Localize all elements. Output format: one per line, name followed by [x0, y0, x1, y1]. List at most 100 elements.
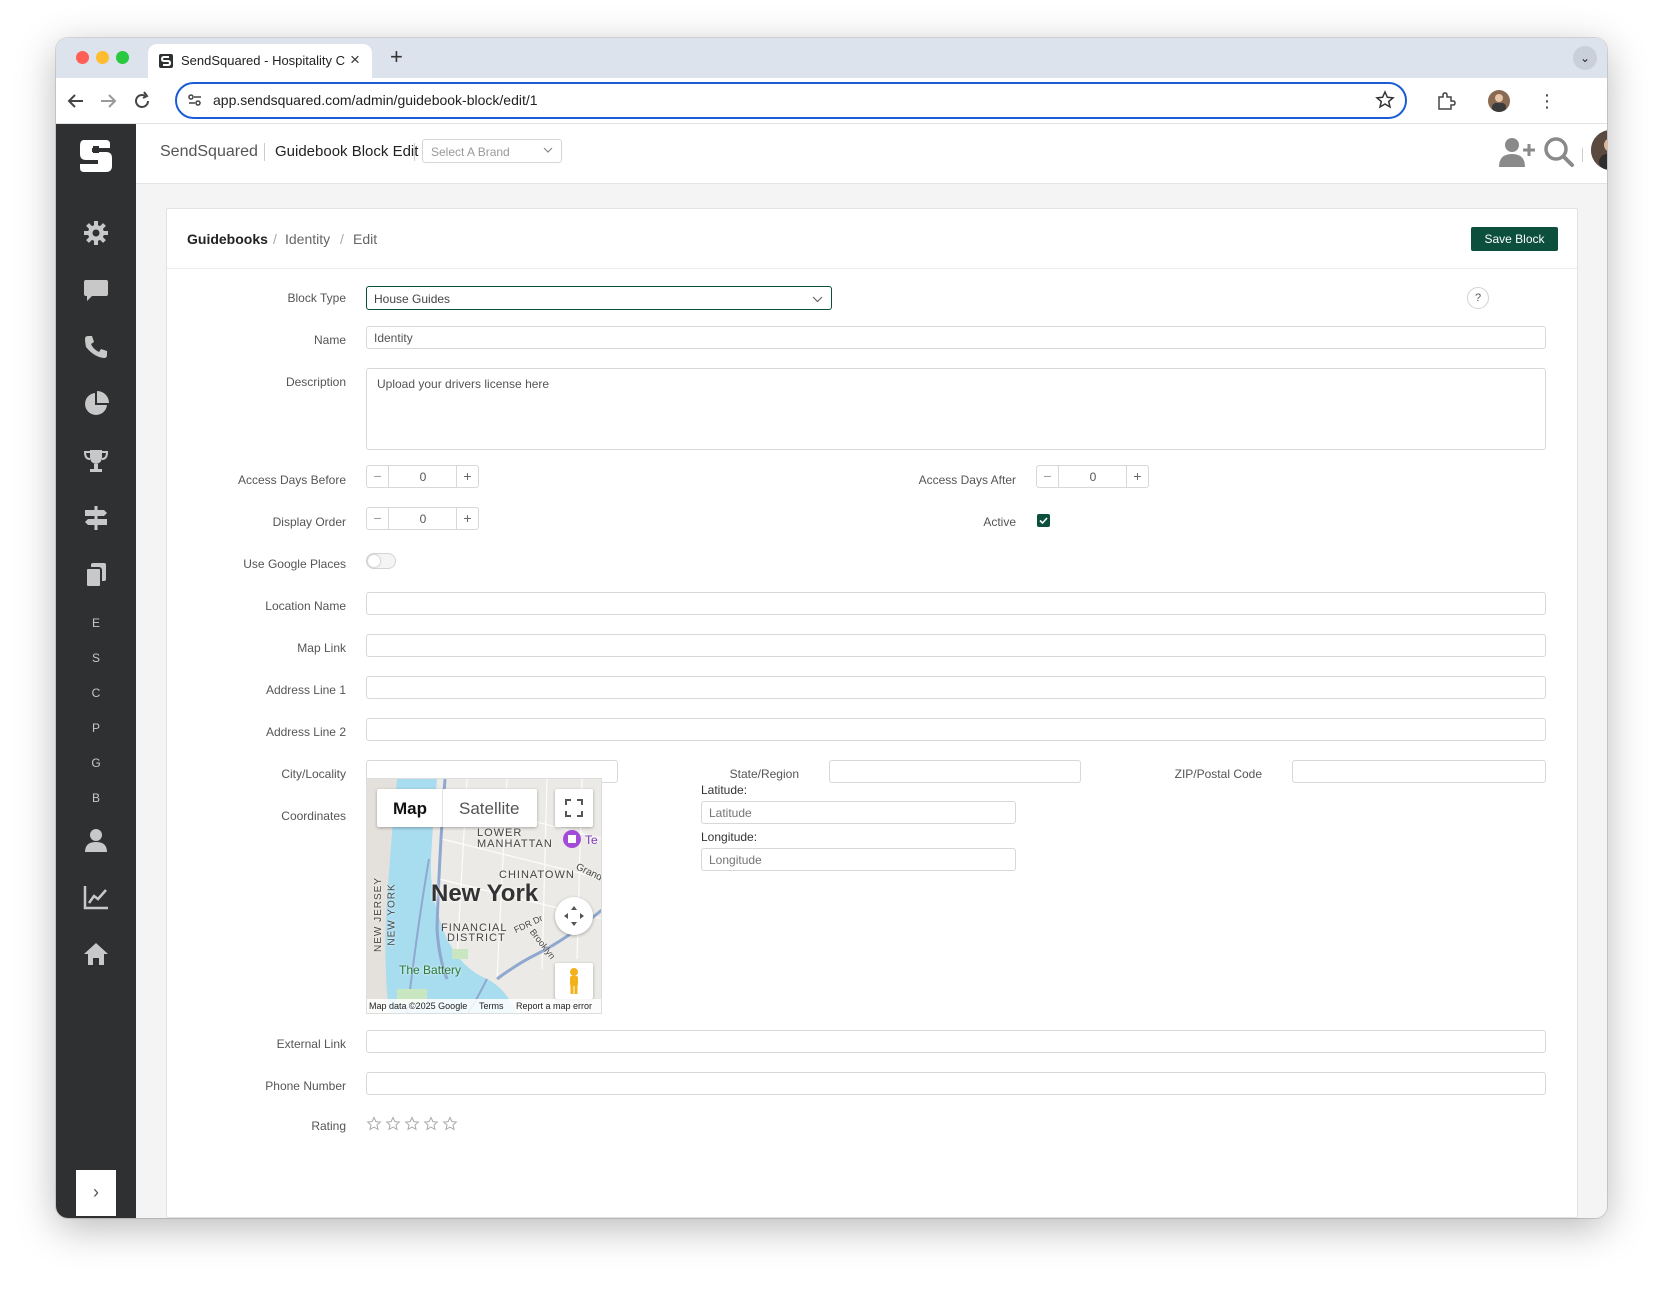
sidebar-letter-s[interactable]: S — [56, 651, 136, 665]
state-input[interactable] — [829, 760, 1081, 783]
phone-icon[interactable] — [82, 333, 110, 361]
name-input[interactable] — [366, 326, 1546, 349]
sidebar: E S C P G B › — [56, 124, 136, 1218]
display-order-value[interactable]: 0 — [390, 512, 456, 526]
sidebar-letter-c[interactable]: C — [56, 686, 136, 700]
map-tab-satellite[interactable]: Satellite — [459, 799, 519, 819]
decrement-button[interactable]: − — [367, 508, 389, 529]
browser-menu-icon[interactable]: ⋮ — [1538, 89, 1556, 113]
home-icon[interactable] — [82, 940, 110, 968]
description-textarea[interactable]: Upload your drivers license here — [366, 368, 1546, 450]
site-settings-icon[interactable] — [187, 92, 203, 108]
external-link-input[interactable] — [366, 1030, 1546, 1053]
tab-title: SendSquared - Hospitality CRM — [181, 53, 345, 68]
checkmark-icon — [1039, 517, 1048, 525]
trophy-icon[interactable] — [82, 447, 110, 475]
browser-profile-avatar[interactable] — [1488, 90, 1510, 112]
breadcrumb-guidebooks[interactable]: Guidebooks — [187, 231, 268, 247]
url-omnibox[interactable]: app.sendsquared.com/admin/guidebook-bloc… — [175, 82, 1407, 119]
help-question-icon[interactable]: ? — [1467, 287, 1489, 309]
decrement-button[interactable]: − — [1037, 466, 1059, 487]
maximize-window-button[interactable] — [116, 51, 129, 64]
use-google-places-toggle[interactable] — [366, 553, 396, 569]
rating-star-3-icon[interactable] — [404, 1116, 420, 1132]
reload-icon[interactable] — [130, 89, 154, 113]
sendsquared-logo-icon[interactable] — [76, 136, 116, 176]
tab-menu-button[interactable]: ⌄ — [1573, 46, 1597, 70]
url-text: app.sendsquared.com/admin/guidebook-bloc… — [213, 92, 538, 108]
brand-select[interactable]: Select A Brand — [422, 139, 562, 163]
increment-button[interactable]: + — [1126, 466, 1148, 487]
browser-tab[interactable]: SendSquared - Hospitality CRM × — [148, 44, 372, 78]
map-link-label: Map Link — [297, 641, 346, 655]
access-days-before-stepper: − 0 + — [366, 465, 479, 488]
increment-button[interactable]: + — [456, 508, 478, 529]
chat-bubble-icon[interactable] — [82, 276, 110, 304]
sidebar-letter-p[interactable]: P — [56, 721, 136, 735]
phone-number-label: Phone Number — [265, 1079, 346, 1093]
back-arrow-icon[interactable] — [64, 89, 88, 113]
new-tab-button[interactable]: + — [390, 45, 403, 69]
minimize-window-button[interactable] — [96, 51, 109, 64]
copy-pages-icon[interactable] — [82, 561, 110, 589]
location-name-input[interactable] — [366, 592, 1546, 615]
sidebar-letter-b[interactable]: B — [56, 791, 136, 805]
top-bar: SendSquared Guidebook Block Edit Select … — [136, 124, 1607, 184]
map-tab-map[interactable]: Map — [393, 799, 427, 819]
user-icon[interactable] — [82, 826, 110, 854]
longitude-input[interactable] — [701, 848, 1016, 871]
address-bar: app.sendsquared.com/admin/guidebook-bloc… — [56, 78, 1607, 124]
zip-input[interactable] — [1292, 760, 1546, 783]
pie-chart-icon[interactable] — [82, 390, 110, 418]
close-window-button[interactable] — [76, 51, 89, 64]
line-chart-icon[interactable] — [82, 883, 110, 911]
active-checkbox[interactable] — [1037, 514, 1050, 527]
breadcrumb-edit: Edit — [353, 231, 378, 247]
page-title: Guidebook Block Edit — [275, 143, 419, 160]
map-terms-link[interactable]: Terms — [479, 1001, 504, 1011]
address-line-2-input[interactable] — [366, 718, 1546, 741]
coordinates-map[interactable]: Map Satellite LOWER MANHATTAN CHINATOWN … — [366, 778, 602, 1014]
latitude-input[interactable] — [701, 801, 1016, 824]
rating-star-2-icon[interactable] — [385, 1116, 401, 1132]
decrement-button[interactable]: − — [367, 466, 389, 487]
bookmark-star-icon[interactable] — [1375, 90, 1395, 110]
access-days-before-value[interactable]: 0 — [390, 470, 456, 484]
display-order-label: Display Order — [272, 515, 346, 529]
brand-name[interactable]: SendSquared — [160, 143, 258, 161]
user-avatar[interactable] — [1591, 130, 1607, 170]
address-line-1-input[interactable] — [366, 676, 1546, 699]
save-block-button[interactable]: Save Block — [1471, 227, 1558, 251]
search-icon[interactable] — [1543, 136, 1575, 168]
extensions-puzzle-icon[interactable] — [1436, 91, 1456, 111]
rating-stars — [366, 1116, 461, 1137]
phone-number-input[interactable] — [366, 1072, 1546, 1095]
name-label: Name — [313, 333, 346, 347]
block-type-select[interactable]: House Guides — [366, 286, 832, 310]
zip-label: ZIP/Postal Code — [1174, 767, 1262, 781]
settings-gear-icon[interactable] — [82, 219, 110, 247]
rating-star-1-icon[interactable] — [366, 1116, 382, 1132]
map-pan-control[interactable] — [555, 897, 593, 935]
map-fullscreen-button[interactable] — [555, 789, 593, 827]
sidebar-letter-g[interactable]: G — [56, 756, 136, 770]
add-user-icon[interactable] — [1498, 136, 1536, 168]
tab-close-icon[interactable]: × — [350, 50, 360, 70]
coordinates-label: Coordinates — [281, 809, 346, 823]
rating-star-4-icon[interactable] — [423, 1116, 439, 1132]
breadcrumb-identity[interactable]: Identity — [285, 231, 330, 247]
location-name-label: Location Name — [265, 599, 346, 613]
use-google-places-label: Use Google Places — [243, 557, 346, 571]
street-view-pegman[interactable] — [555, 963, 593, 999]
map-link-input[interactable] — [366, 634, 1546, 657]
sidebar-expand-button[interactable]: › — [76, 1170, 116, 1216]
rating-star-5-icon[interactable] — [442, 1116, 458, 1132]
brand-select-placeholder: Select A Brand — [431, 145, 510, 159]
signpost-icon[interactable] — [82, 504, 110, 532]
forward-arrow-icon[interactable] — [96, 89, 120, 113]
sidebar-letter-e[interactable]: E — [56, 616, 136, 630]
divider — [264, 143, 265, 161]
access-days-after-value[interactable]: 0 — [1060, 470, 1126, 484]
increment-button[interactable]: + — [456, 466, 478, 487]
map-report-error-link[interactable]: Report a map error — [516, 1001, 592, 1011]
